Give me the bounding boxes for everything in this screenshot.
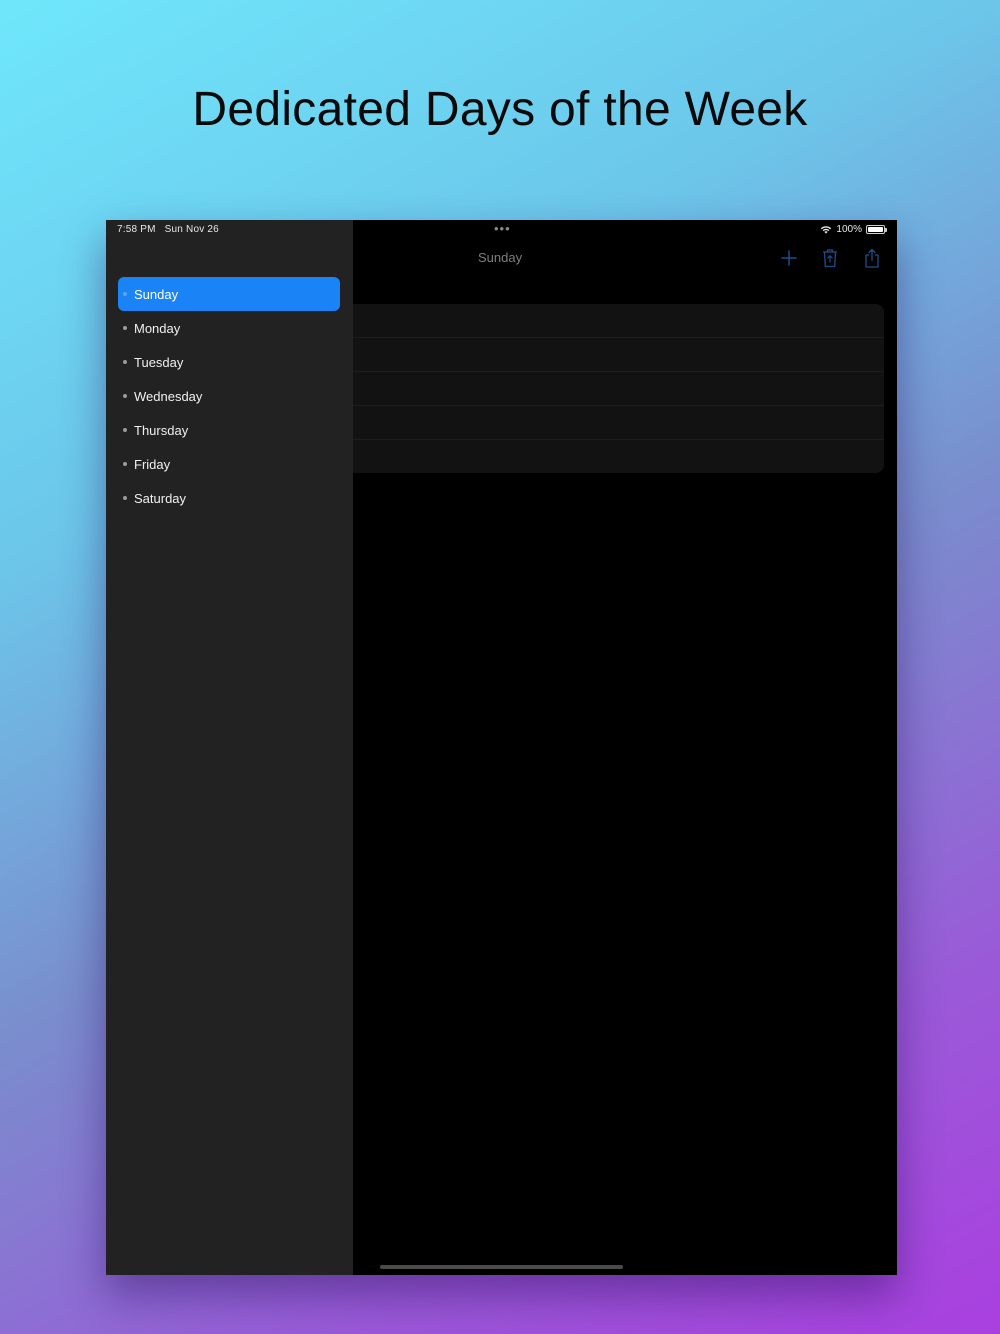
- multitasking-dots-icon[interactable]: •••: [494, 221, 511, 236]
- toolbar: [106, 247, 897, 269]
- sidebar-item-label: Tuesday: [134, 354, 184, 370]
- sidebar-item-wednesday[interactable]: Wednesday: [118, 379, 340, 413]
- sidebar-item-label: Thursday: [134, 422, 189, 438]
- sidebar-item-thursday[interactable]: Thursday: [118, 413, 340, 447]
- ipad-screen: Sunday Monday Tuesday Wednesday Thursday…: [106, 220, 897, 1275]
- sidebar-item-label: Friday: [134, 456, 171, 472]
- battery-fill: [868, 227, 883, 232]
- status-date: Sun Nov 26: [164, 224, 219, 235]
- list-item[interactable]: [353, 372, 884, 406]
- sidebar-item-label: Saturday: [134, 490, 187, 506]
- sidebar-item-saturday[interactable]: Saturday: [118, 481, 340, 515]
- battery-percent: 100%: [836, 224, 862, 235]
- list-item[interactable]: [353, 406, 884, 440]
- add-button[interactable]: [778, 247, 800, 269]
- bullet-icon: [123, 428, 127, 432]
- task-list-card: [353, 304, 884, 473]
- sidebar-item-monday[interactable]: Monday: [118, 311, 340, 345]
- trash-icon: [823, 249, 837, 268]
- headline: Dedicated Days of the Week: [192, 83, 808, 136]
- list-item[interactable]: [353, 338, 884, 372]
- bullet-icon: [123, 292, 127, 296]
- status-bar-left: 7:58 PM Sun Nov 26: [117, 224, 219, 235]
- bullet-icon: [123, 360, 127, 364]
- sidebar: Sunday Monday Tuesday Wednesday Thursday…: [106, 220, 353, 1275]
- sidebar-item-label: Wednesday: [134, 388, 203, 404]
- sidebar-item-label: Sunday: [134, 286, 179, 302]
- battery-icon: [866, 225, 887, 234]
- bullet-icon: [123, 394, 127, 398]
- share-button[interactable]: [861, 247, 883, 269]
- bullet-icon: [123, 496, 127, 500]
- sidebar-item-label: Monday: [134, 320, 181, 336]
- list-item[interactable]: [353, 304, 884, 338]
- plus-icon: [781, 250, 797, 266]
- day-list: Sunday Monday Tuesday Wednesday Thursday…: [118, 277, 340, 515]
- bullet-icon: [123, 326, 127, 330]
- bullet-icon: [123, 462, 127, 466]
- sidebar-item-friday[interactable]: Friday: [118, 447, 340, 481]
- status-time: 7:58 PM: [117, 224, 156, 235]
- delete-button[interactable]: [819, 247, 841, 269]
- sidebar-item-sunday[interactable]: Sunday: [118, 277, 340, 311]
- home-indicator[interactable]: [380, 1265, 623, 1269]
- list-item[interactable]: [353, 440, 884, 474]
- wifi-icon: [821, 226, 832, 234]
- sidebar-item-tuesday[interactable]: Tuesday: [118, 345, 340, 379]
- status-bar-right: 100%: [820, 224, 887, 235]
- share-icon: [865, 248, 879, 268]
